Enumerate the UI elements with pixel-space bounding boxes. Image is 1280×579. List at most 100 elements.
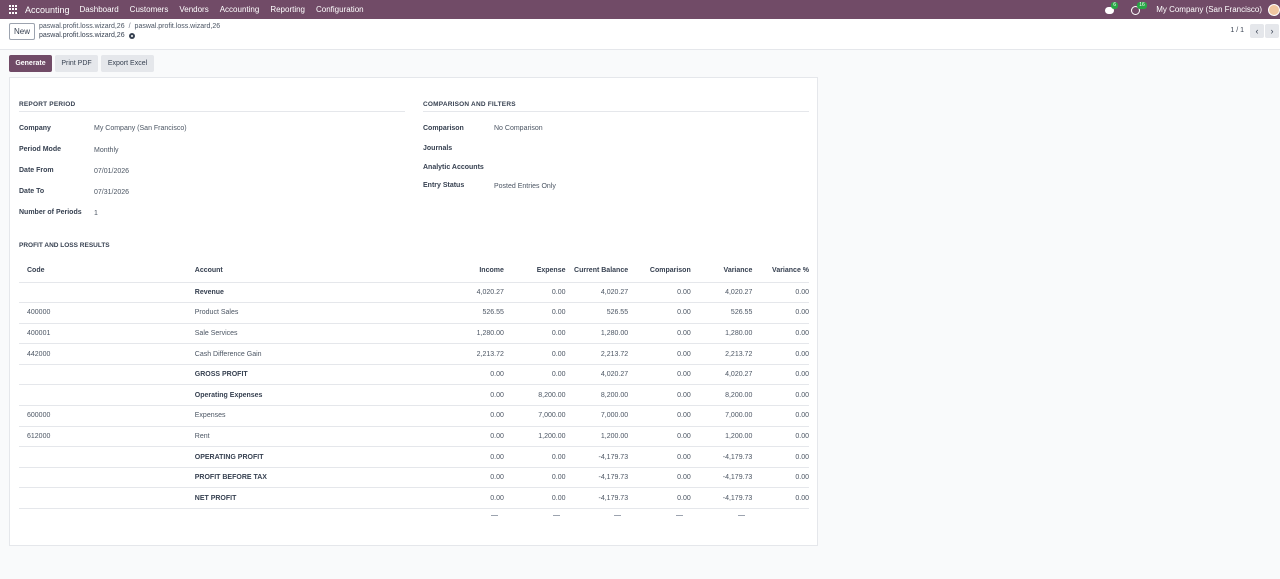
cell-expense: 0.00 xyxy=(503,467,566,489)
form-sheet: REPORT PERIOD Company My Company (San Fr… xyxy=(9,77,818,546)
table-row[interactable]: 612000 Rent 0.00 1,200.00 1,200.00 0.00 1,200.… xyxy=(19,426,809,448)
table-header-row: Code Account Income Expense Current Bala… xyxy=(19,260,809,283)
cell-code xyxy=(19,467,195,489)
gear-icon[interactable] xyxy=(128,32,135,39)
table-row[interactable]: 442000 Cash Difference Gain 2,213.72 0.00 2,… xyxy=(19,343,809,365)
company-switcher[interactable]: My Company (San Francisco) xyxy=(1156,5,1262,14)
user-avatar[interactable] xyxy=(1268,3,1280,16)
cell-variance-pct: 0.00 xyxy=(752,343,809,365)
column-header-income[interactable]: Income xyxy=(396,260,504,283)
table-row[interactable]: NET PROFIT 0.00 0.00 -4,179.73 0.00 -4,179.73… xyxy=(19,487,809,510)
cell-account: Expenses xyxy=(194,405,397,427)
table-row[interactable]: PROFIT BEFORE TAX 0.00 0.00 -4,179.73 0.00 -4… xyxy=(19,467,809,489)
activities-icon[interactable]: 16 xyxy=(1130,1,1147,15)
cell-variance: 1,280.00 xyxy=(690,323,753,345)
column-header-current-balance[interactable]: Current Balance xyxy=(565,260,629,283)
menu-configuration[interactable]: Configuration xyxy=(316,5,364,14)
date-to-field[interactable]: 07/31/2026 xyxy=(94,189,129,196)
cell-comparison: 0.00 xyxy=(628,487,691,510)
cell-variance-pct: 0.00 xyxy=(752,467,809,489)
column-header-comparison[interactable]: Comparison xyxy=(628,260,691,283)
entry-status-field[interactable]: Posted Entries Only xyxy=(494,183,556,190)
results-table-body: Revenue 4,020.27 0.00 4,020.27 0.00 4,020.27 0… xyxy=(19,282,809,510)
pager-previous-button[interactable]: ‹ xyxy=(1250,24,1264,38)
cell-expense: 0.00 xyxy=(503,323,566,345)
total-dash xyxy=(553,515,560,516)
cell-expense: 0.00 xyxy=(503,302,566,324)
number-of-periods-field[interactable]: 1 xyxy=(94,210,98,217)
top-navbar: Accounting Dashboard Customers Vendors A… xyxy=(0,0,1280,19)
cell-variance: -4,179.73 xyxy=(690,487,753,510)
cell-account: NET PROFIT xyxy=(194,487,397,510)
total-dash xyxy=(676,515,683,516)
cell-variance: 7,000.00 xyxy=(690,405,753,427)
cell-current-balance: 7,000.00 xyxy=(565,405,629,427)
cell-variance-pct: 0.00 xyxy=(752,302,809,324)
table-row[interactable]: GROSS PROFIT 0.00 0.00 4,020.27 0.00 4,020.27… xyxy=(19,364,809,386)
cell-comparison: 0.00 xyxy=(628,343,691,365)
analytic-accounts-field[interactable] xyxy=(494,164,794,173)
record-name: paswal.profit.loss.wizard,26 xyxy=(39,32,125,39)
cell-variance-pct: 0.00 xyxy=(752,405,809,427)
column-header-code[interactable]: Code xyxy=(19,260,195,283)
menu-customers[interactable]: Customers xyxy=(130,5,169,14)
menu-accounting[interactable]: Accounting xyxy=(220,5,260,14)
table-footer-totals xyxy=(10,515,819,519)
cell-account: GROSS PROFIT xyxy=(194,364,397,386)
results-table: Code Account Income Expense Current Bala… xyxy=(19,260,809,510)
cell-variance: 4,020.27 xyxy=(690,282,753,304)
period-mode-field[interactable]: Monthly xyxy=(94,147,119,154)
messages-icon[interactable]: 6 xyxy=(1104,1,1118,15)
cell-income: 1,280.00 xyxy=(396,323,504,345)
table-row[interactable]: 400000 Product Sales 526.55 0.00 526.55 0.00 5… xyxy=(19,302,809,324)
cell-variance: 2,213.72 xyxy=(690,343,753,365)
cell-code: 400000 xyxy=(19,302,195,324)
date-to-label: Date To xyxy=(19,188,45,195)
column-header-variance-pct[interactable]: Variance % xyxy=(752,260,809,283)
column-header-expense[interactable]: Expense xyxy=(503,260,566,283)
comparison-field[interactable]: No Comparison xyxy=(494,125,543,132)
cell-current-balance: 1,200.00 xyxy=(565,426,629,448)
apps-grid-icon[interactable] xyxy=(9,5,18,14)
cell-current-balance: 4,020.27 xyxy=(565,364,629,386)
new-button[interactable]: New xyxy=(9,23,35,40)
cell-income: 4,020.27 xyxy=(396,282,504,304)
cell-comparison: 0.00 xyxy=(628,467,691,489)
app-brand[interactable]: Accounting xyxy=(25,5,70,15)
cell-current-balance: 8,200.00 xyxy=(565,384,629,407)
print-pdf-button[interactable]: Print PDF xyxy=(55,55,98,72)
period-mode-label: Period Mode xyxy=(19,146,62,153)
record-title: paswal.profit.loss.wizard,26 xyxy=(39,32,135,39)
date-from-field[interactable]: 07/01/2026 xyxy=(94,168,129,175)
messages-badge: 6 xyxy=(1111,1,1118,9)
table-row[interactable]: 400001 Sale Services 1,280.00 0.00 1,280.00 0… xyxy=(19,323,809,345)
table-row[interactable]: Operating Expenses 0.00 8,200.00 8,200.00 0.… xyxy=(19,384,809,407)
table-row[interactable]: OPERATING PROFIT 0.00 0.00 -4,179.73 0.00 -4,… xyxy=(19,446,809,468)
menu-reporting[interactable]: Reporting xyxy=(270,5,305,14)
cell-expense: 8,200.00 xyxy=(503,384,566,407)
breadcrumb-item[interactable]: paswal.profit.loss.wizard,26 xyxy=(135,23,221,30)
pager-next-button[interactable]: › xyxy=(1265,24,1279,38)
pager-value[interactable]: 1 / 1 xyxy=(1230,27,1244,34)
export-excel-button[interactable]: Export Excel xyxy=(101,55,154,72)
analytic-accounts-label: Analytic Accounts xyxy=(423,164,484,171)
generate-button[interactable]: Generate xyxy=(9,55,52,72)
cell-variance: 4,020.27 xyxy=(690,364,753,386)
cell-code: 600000 xyxy=(19,405,195,427)
table-row[interactable]: Revenue 4,020.27 0.00 4,020.27 0.00 4,020.27 0… xyxy=(19,282,809,304)
cell-income: 2,213.72 xyxy=(396,343,504,365)
cell-variance-pct: 0.00 xyxy=(752,384,809,407)
cell-code xyxy=(19,364,195,386)
table-row[interactable]: 600000 Expenses 0.00 7,000.00 7,000.00 0.00 7,… xyxy=(19,405,809,427)
cell-variance-pct: 0.00 xyxy=(752,426,809,448)
column-header-account[interactable]: Account xyxy=(194,260,397,283)
cell-comparison: 0.00 xyxy=(628,426,691,448)
menu-vendors[interactable]: Vendors xyxy=(179,5,208,14)
company-field[interactable]: My Company (San Francisco) xyxy=(94,125,187,132)
column-header-variance[interactable]: Variance xyxy=(690,260,753,283)
menu-dashboard[interactable]: Dashboard xyxy=(80,5,119,14)
cell-income: 0.00 xyxy=(396,467,504,489)
breadcrumb-item[interactable]: paswal.profit.loss.wizard,26 xyxy=(39,23,125,30)
journals-field[interactable] xyxy=(494,145,794,154)
cell-current-balance: -4,179.73 xyxy=(565,487,629,510)
